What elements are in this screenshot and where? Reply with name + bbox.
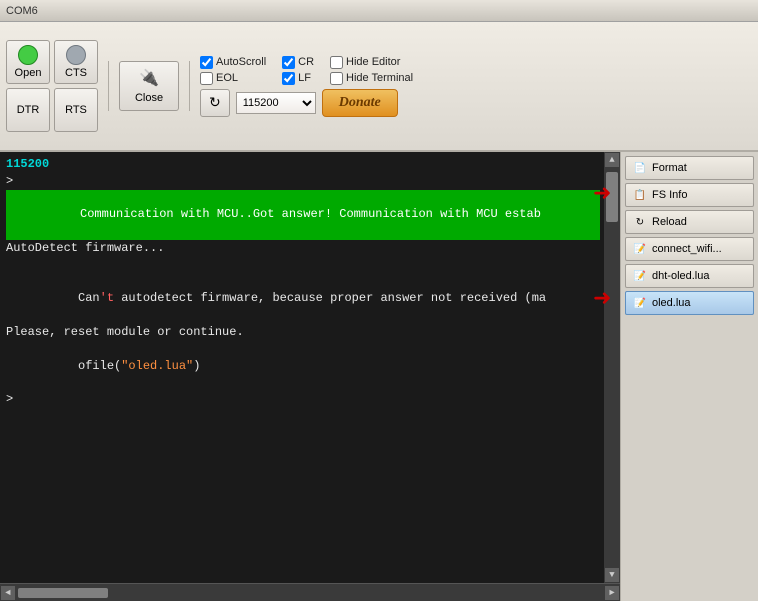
scroll-right-btn[interactable]: ► bbox=[605, 586, 619, 600]
terminal-line: 115200 bbox=[6, 156, 600, 173]
terminal-line bbox=[6, 257, 600, 274]
cts-icon bbox=[66, 45, 86, 65]
dht-oled-icon: 📝 bbox=[632, 268, 648, 284]
checkboxes-row1: AutoScroll EOL CR LF bbox=[200, 56, 413, 85]
terminal-line: Can't autodetect firmware, because prope… bbox=[6, 274, 600, 324]
vertical-scrollbar[interactable]: ▲ ▼ bbox=[604, 152, 620, 583]
toolbar-left-group: Open CTS DTR RTS bbox=[6, 40, 98, 132]
reload-button[interactable]: ↻ Reload bbox=[625, 210, 754, 234]
scroll-up-btn[interactable]: ▲ bbox=[605, 153, 619, 167]
terminal-line: > bbox=[6, 391, 600, 408]
cr-check[interactable]: CR bbox=[282, 56, 314, 69]
scroll-left-btn[interactable]: ◄ bbox=[1, 586, 15, 600]
fs-info-button[interactable]: 📋 FS Info bbox=[625, 183, 754, 207]
title-bar-text: COM6 bbox=[6, 5, 38, 17]
terminal-line: ofile("oled.lua") bbox=[6, 341, 600, 391]
terminal-scroll[interactable]: 115200 > Communication with MCU..Got ans… bbox=[0, 152, 620, 412]
oled-lua-icon: 📝 bbox=[632, 295, 648, 311]
donate-button[interactable]: Donate bbox=[322, 89, 398, 117]
close-icon: 🔌 bbox=[139, 68, 159, 88]
rts-button[interactable]: RTS bbox=[54, 88, 98, 132]
eol-checkbox[interactable] bbox=[200, 72, 213, 85]
right-panel: ➜ ➜ 📄 Format 📋 FS Info ↻ Reload 📝 connec… bbox=[620, 152, 758, 601]
terminal-line: Please, reset module or continue. bbox=[6, 324, 600, 341]
fs-info-icon: 📋 bbox=[632, 187, 648, 203]
cts-button[interactable]: CTS bbox=[54, 40, 98, 84]
toolbar-top-row: Open CTS bbox=[6, 40, 98, 84]
checks-left: AutoScroll EOL bbox=[200, 56, 266, 85]
connect-wifi-icon: 📝 bbox=[632, 241, 648, 257]
baud-rate-select[interactable]: 9600 19200 38400 57600 115200 230400 460… bbox=[236, 92, 316, 114]
eol-check[interactable]: EOL bbox=[200, 72, 266, 85]
connect-wifi-button[interactable]: 📝 connect_wifi... bbox=[625, 237, 754, 261]
hide-terminal-check[interactable]: Hide Terminal bbox=[330, 72, 413, 85]
toolbar-baud-row: ↻ 9600 19200 38400 57600 115200 230400 4… bbox=[200, 89, 398, 117]
reload-icon: ↻ bbox=[632, 214, 648, 230]
toolbar: Open CTS DTR RTS 🔌 Close bbox=[0, 22, 758, 152]
hide-editor-checkbox[interactable] bbox=[330, 56, 343, 69]
scroll-down-btn[interactable]: ▼ bbox=[605, 568, 619, 582]
dtr-button[interactable]: DTR bbox=[6, 88, 50, 132]
oled-lua-button[interactable]: 📝 oled.lua bbox=[625, 291, 754, 315]
format-button[interactable]: 📄 Format bbox=[625, 156, 754, 180]
open-button[interactable]: Open bbox=[6, 40, 50, 84]
cr-checkbox[interactable] bbox=[282, 56, 295, 69]
hide-terminal-checkbox[interactable] bbox=[330, 72, 343, 85]
close-button[interactable]: 🔌 Close bbox=[119, 61, 179, 111]
toolbar-bottom-row: DTR RTS bbox=[6, 88, 98, 132]
lf-checkbox[interactable] bbox=[282, 72, 295, 85]
refresh-button[interactable]: ↻ bbox=[200, 89, 230, 117]
main-area: 115200 > Communication with MCU..Got ans… bbox=[0, 152, 758, 601]
autoscroll-check[interactable]: AutoScroll bbox=[200, 56, 266, 69]
toolbar-separator2 bbox=[189, 61, 190, 111]
hide-editor-check[interactable]: Hide Editor bbox=[330, 56, 413, 69]
refresh-icon: ↻ bbox=[209, 94, 221, 111]
format-icon: 📄 bbox=[632, 160, 648, 176]
terminal-line: AutoDetect firmware... bbox=[6, 240, 600, 257]
scroll-thumb-h bbox=[18, 588, 108, 598]
scroll-thumb-v bbox=[606, 172, 618, 222]
checks-right: Hide Editor Hide Terminal bbox=[330, 56, 413, 85]
toolbar-separator bbox=[108, 61, 109, 111]
terminal-line: > bbox=[6, 173, 600, 190]
toolbar-middle-group: AutoScroll EOL CR LF bbox=[200, 56, 413, 117]
horizontal-scrollbar[interactable]: ◄ ► bbox=[0, 583, 620, 601]
autoscroll-checkbox[interactable] bbox=[200, 56, 213, 69]
checks-middle: CR LF bbox=[282, 56, 314, 85]
terminal-line: Communication with MCU..Got answer! Comm… bbox=[6, 190, 600, 240]
title-bar: COM6 bbox=[0, 0, 758, 22]
terminal-area[interactable]: 115200 > Communication with MCU..Got ans… bbox=[0, 152, 620, 601]
dht-oled-button[interactable]: 📝 dht-oled.lua bbox=[625, 264, 754, 288]
lf-check[interactable]: LF bbox=[282, 72, 314, 85]
open-icon bbox=[18, 45, 38, 65]
